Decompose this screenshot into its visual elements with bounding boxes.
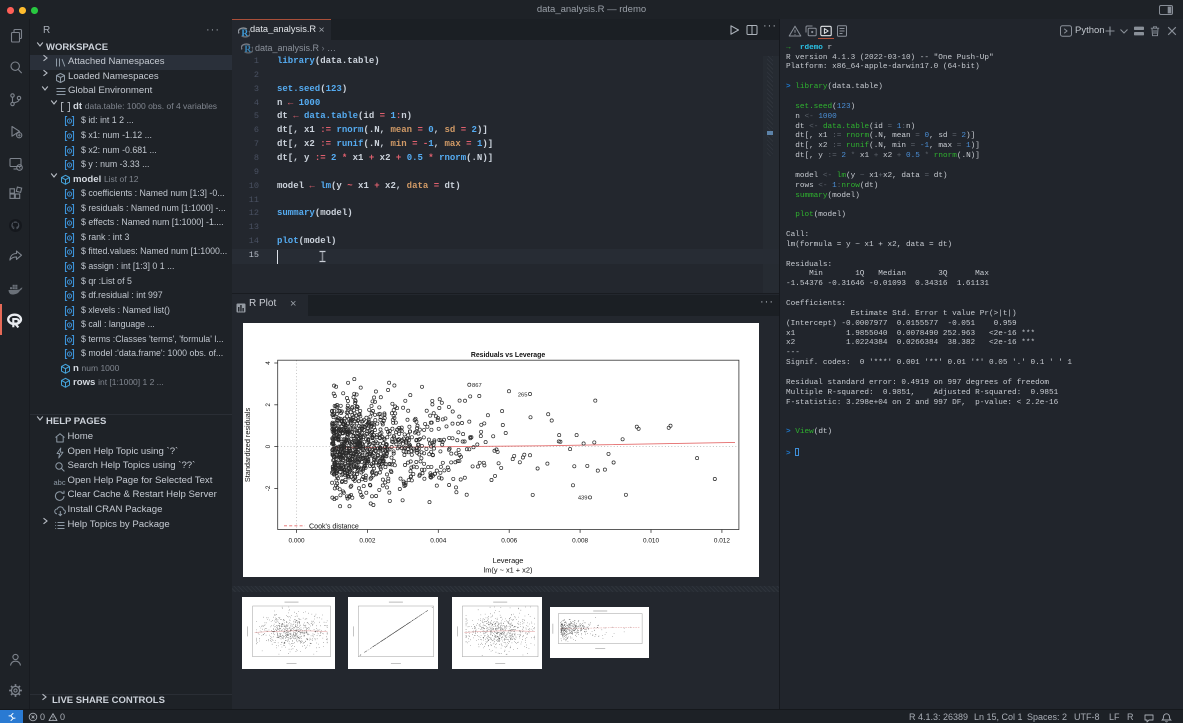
svg-text:lm(y ~ x1 + x2): lm(y ~ x1 + x2) (484, 566, 533, 575)
svg-text:265: 265 (518, 392, 528, 398)
svg-text:0.010: 0.010 (643, 537, 659, 544)
svg-text:0.006: 0.006 (501, 537, 517, 544)
svg-text:Residuals vs Leverage: Residuals vs Leverage (471, 352, 545, 359)
svg-text:0.004: 0.004 (430, 537, 446, 544)
svg-text:0.012: 0.012 (714, 537, 730, 544)
svg-text:Standardized residuals: Standardized residuals (243, 408, 252, 483)
svg-text:Cook's distance: Cook's distance (309, 522, 359, 530)
svg-text:439: 439 (578, 496, 588, 502)
svg-text:867: 867 (472, 383, 482, 389)
svg-text:abc: abc (54, 478, 66, 487)
svg-text:0.000: 0.000 (289, 537, 305, 544)
svg-text:0.002: 0.002 (359, 537, 375, 544)
svg-text:R: R (244, 45, 251, 54)
svg-text:R: R (241, 29, 248, 38)
svg-text:4: 4 (265, 361, 272, 365)
svg-text:-2: -2 (265, 485, 272, 491)
svg-text:2: 2 (265, 403, 272, 407)
svg-text:0.008: 0.008 (572, 537, 588, 544)
svg-text:0: 0 (265, 444, 272, 448)
svg-text:Leverage: Leverage (493, 556, 524, 565)
